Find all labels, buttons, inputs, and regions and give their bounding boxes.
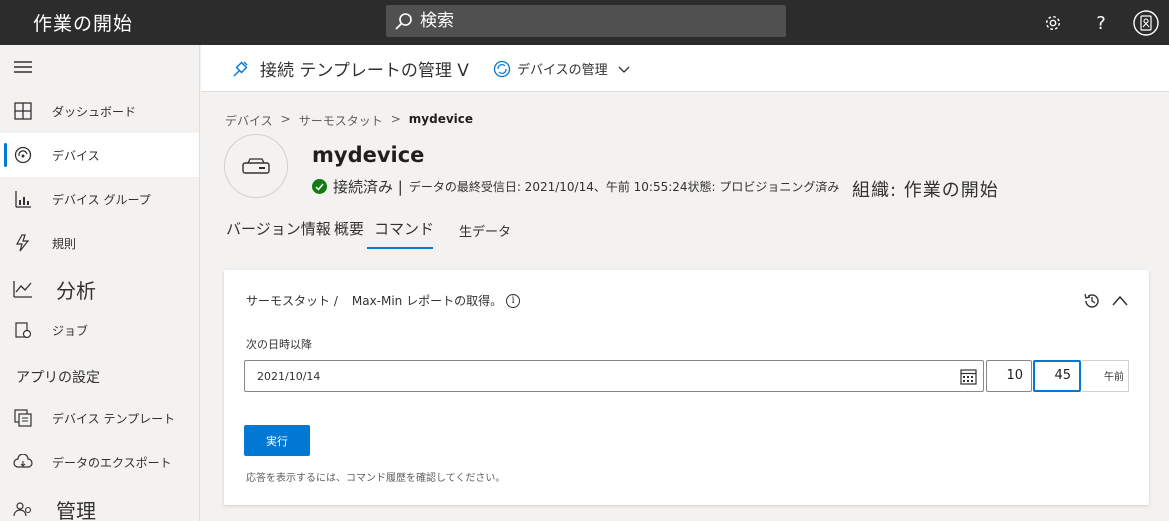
search-input[interactable] [420,9,770,33]
breadcrumb: デバイス > サーモスタット > mydevice [225,112,473,129]
card-actions [1083,292,1129,314]
sidebar-item-analytics[interactable]: 分析 [0,267,199,311]
command-name: Max-Min レポートの取得。 [351,294,503,308]
breadcrumb-separator: > [390,112,401,126]
check-icon [312,179,327,194]
command-interface-label: サーモスタット / [246,294,338,308]
help-icon[interactable]: ? [1087,9,1115,37]
ampm-select[interactable]: 午前 [1082,360,1129,392]
account-icon[interactable] [1132,9,1160,37]
sidebar-item-data-export[interactable]: データのエクスポート [0,440,199,484]
app-title[interactable]: 作業の開始 [33,9,133,36]
sidebar-item-rules[interactable]: 規則 [0,221,199,265]
connect-template-button[interactable]: 接続 テンプレートの管理 V [230,45,469,92]
section-app-settings: アプリの設定 [16,370,100,386]
admin-icon [13,499,33,519]
dashboard-icon [13,101,33,121]
breadcrumb-devices-link[interactable]: デバイス [225,112,273,129]
device-icon [242,158,270,174]
jobs-icon [13,320,33,340]
search-box[interactable] [386,5,786,37]
device-groups-icon [13,189,33,209]
sidebar-item-devices[interactable]: デバイス [0,133,199,177]
sidebar-item-label: 規則 [52,236,77,251]
sidebar-item-admin[interactable]: 管理 [0,487,199,521]
since-datetime-label: 次の日時以降 [246,338,312,351]
tab-overview[interactable]: 概要 [334,218,364,250]
calendar-icon[interactable] [960,368,977,385]
sidebar-item-device-groups[interactable]: デバイス グループ [0,177,199,221]
device-templates-icon [13,408,33,428]
command-card: サーモスタット / Max-Min レポートの取得。 i 次の日時以降 2021… [224,270,1149,505]
data-export-icon [13,452,33,472]
devices-icon [13,145,33,165]
rules-icon [13,233,33,253]
top-bar: 作業の開始 ? [0,0,1169,45]
sidebar-item-dashboard[interactable]: ダッシュボード [0,89,199,133]
command-header: サーモスタット / Max-Min レポートの取得。 i [246,292,521,309]
hamburger-menu-button[interactable] [0,45,199,89]
breadcrumb-current: mydevice [408,112,474,126]
history-icon[interactable] [1083,292,1101,314]
command-bar: 接続 テンプレートの管理 V デバイスの管理 [201,45,1169,92]
chevron-up-icon[interactable] [1111,292,1129,314]
organization-label: 組織: 作業の開始 [852,180,999,201]
sidebar-item-label: デバイス テンプレート [52,411,176,426]
breadcrumb-separator: > [280,112,291,126]
sidebar: ダッシュボード デバイス デバイス グループ 規則 分析 ジョブ アプリの設定 … [0,45,200,521]
search-icon [395,13,412,30]
manage-device-label: デバイスの管理 [517,63,608,78]
sidebar-item-label: データのエクスポート [52,455,172,470]
command-history-hint: 応答を表示するには、コマンド履歴を確認してください。 [246,473,506,484]
sidebar-item-label: 分析 [56,278,96,303]
date-value: 2021/10/14 [257,370,321,383]
active-tab-indicator [367,247,433,249]
device-status-line: 接続済み | データの最終受信日: 2021/10/14、午前 10:55:24… [312,176,839,197]
sidebar-item-jobs[interactable]: ジョブ [0,308,199,352]
info-icon[interactable]: i [506,293,521,308]
hamburger-icon [13,57,33,77]
sidebar-item-label: 管理 [56,498,96,521]
run-button[interactable]: 実行 [244,425,310,456]
tab-version-info[interactable]: バージョン情報 [226,218,331,250]
status-badge: 接続済み | [333,178,403,196]
sidebar-item-label: ジョブ [52,323,89,338]
hour-input[interactable]: 10 [986,360,1032,392]
sidebar-item-device-templates[interactable]: デバイス テンプレート [0,396,199,440]
gear-icon[interactable] [1039,9,1067,37]
breadcrumb-thermostat-link[interactable]: サーモスタット [299,112,383,129]
chevron-down-icon [618,59,630,78]
manage-device-button[interactable]: デバイスの管理 [491,45,630,92]
sidebar-item-label: デバイス [52,148,100,163]
analytics-icon [13,279,33,299]
connect-template-label: 接続 テンプレートの管理 V [260,61,469,81]
tab-raw-data[interactable]: 生データ [459,221,511,253]
device-avatar [224,134,288,198]
page-title: mydevice [312,143,425,167]
date-picker-input[interactable]: 2021/10/14 [244,360,984,392]
sync-icon [491,58,513,80]
sidebar-item-label: ダッシュボード [52,104,137,119]
sidebar-item-label: デバイス グループ [52,192,151,207]
minute-input[interactable]: 45 [1033,360,1081,392]
tab-commands[interactable]: コマンド [374,218,434,250]
plug-icon [230,58,252,80]
last-received-text: データの最終受信日: 2021/10/14、午前 10:55:24状態: プロビ… [408,180,840,194]
